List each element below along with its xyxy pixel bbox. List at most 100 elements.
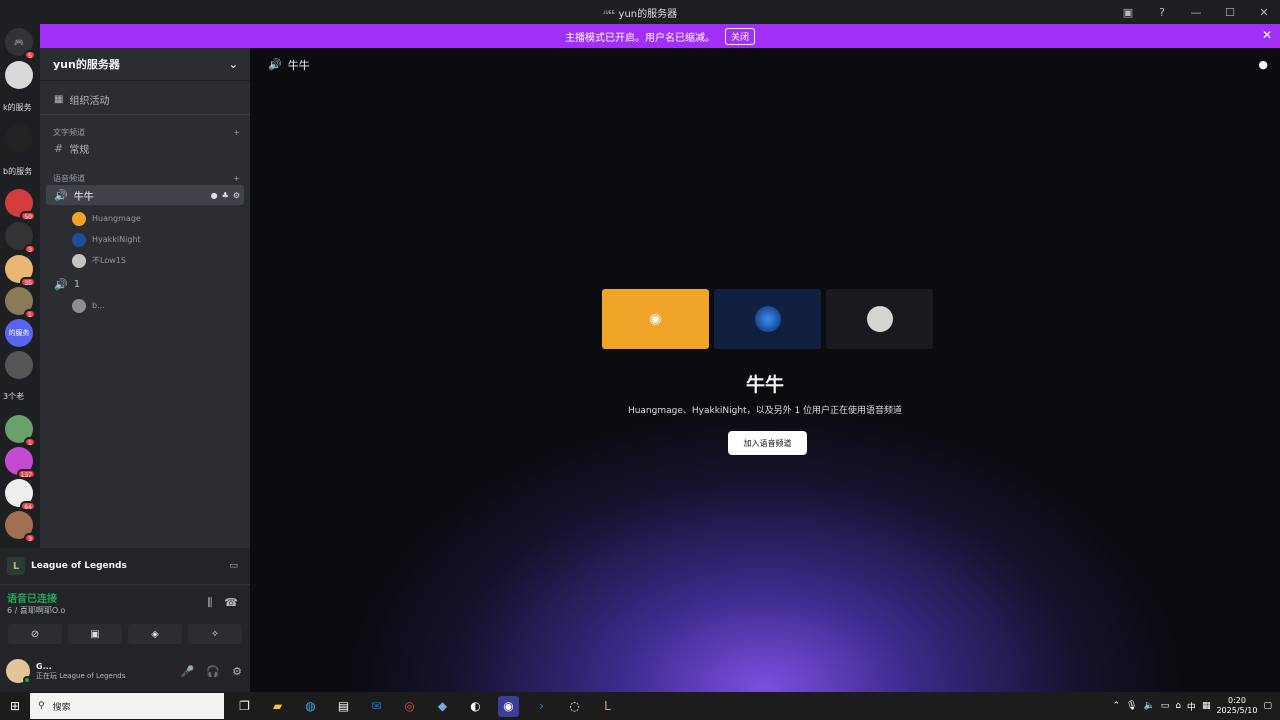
chevron-up-icon[interactable]: ⌃ — [1112, 701, 1120, 711]
events-label: 组织活动 — [69, 96, 110, 107]
guild-icon[interactable]: 3 — [5, 222, 36, 254]
volume-icon[interactable]: 🔈 — [1143, 701, 1154, 711]
server-name: yun的服务器 — [53, 58, 120, 71]
clock[interactable]: 0:20 2025/5/10 — [1216, 696, 1257, 716]
participant-tile[interactable] — [714, 289, 821, 349]
guild-icon[interactable]: 3 — [5, 511, 36, 543]
terminal-icon[interactable]: › — [531, 696, 552, 717]
ime-indicator[interactable]: 中 — [1187, 700, 1196, 713]
taskbar-search[interactable]: ⚲ 搜索 — [30, 693, 224, 719]
guild-icon[interactable]: 1 — [5, 287, 36, 319]
help-icon[interactable]: ? — [1154, 6, 1170, 19]
guild-icon[interactable] — [5, 61, 33, 89]
file-explorer-icon[interactable]: ▰ — [267, 696, 288, 717]
text-category[interactable]: 文字频道 + — [40, 125, 250, 139]
edge-icon[interactable]: ◍ — [300, 696, 321, 717]
join-voice-button[interactable]: 加入语音频道 — [728, 431, 807, 455]
member-name: b... — [92, 301, 105, 310]
voice-member[interactable]: b... — [40, 295, 250, 316]
store-icon[interactable]: ▤ — [333, 696, 354, 717]
maximize-button[interactable]: ☐ — [1222, 6, 1238, 19]
guild-icon[interactable]: 50 — [5, 189, 36, 221]
network-icon[interactable]: ⌂ — [1175, 701, 1181, 711]
guild-label[interactable]: 3个老 — [3, 391, 24, 402]
voice-member[interactable]: HyakkiNight — [40, 229, 250, 250]
invite-icon[interactable]: ♣ — [222, 191, 229, 200]
task-view-icon[interactable]: ❐ — [234, 696, 255, 717]
banner-disable-button[interactable]: 关闭 — [724, 27, 755, 45]
voice-channel-1[interactable]: 🔊 1 — [46, 275, 244, 293]
participant-tile[interactable] — [826, 289, 933, 349]
inbox-icon[interactable]: ▣ — [1120, 6, 1136, 19]
voice-channel-active[interactable]: 🔊 牛牛 ● ♣ ⚙ — [46, 185, 244, 205]
chrome-icon[interactable]: ◎ — [399, 696, 420, 717]
guild-badge: 137 — [16, 469, 36, 479]
headphones-icon[interactable]: 🎧 — [206, 665, 220, 678]
battery-icon[interactable]: ▭ — [1161, 701, 1170, 711]
activity-bar: L League of Legends ▭ — [0, 548, 250, 584]
minimize-button[interactable]: — — [1188, 6, 1204, 19]
camera-off-button[interactable]: ⊘ — [8, 624, 62, 644]
channel-general[interactable]: # 常规 — [46, 139, 244, 157]
voice-category[interactable]: 语音频道 + — [40, 171, 250, 185]
league-icon[interactable]: L — [597, 696, 618, 717]
user-row: G... 正在玩 League of Legends 🎤 🎧 ⚙ — [0, 650, 250, 692]
close-window-button[interactable]: ✕ — [1256, 6, 1272, 19]
voice-member[interactable]: Huangmage — [40, 208, 250, 229]
avatar — [866, 306, 893, 332]
window-titlebar: ᴊᴜᴇᴇ yun的服务器 ▣ ? — ☐ ✕ — [0, 0, 1280, 24]
guild-icon[interactable]: 1 — [5, 415, 36, 447]
window-title-text: yun的服务器 — [618, 8, 678, 20]
app-icon[interactable]: ◆ — [432, 696, 453, 717]
voice-channel-label: 1 — [73, 278, 81, 290]
gear-icon[interactable]: ⚙ — [232, 665, 242, 678]
voice-actions: ⊘ ▣ ◈ ✧ — [0, 620, 250, 648]
soundboard-button[interactable]: ✧ — [188, 624, 242, 644]
keyboard-icon[interactable]: ▦ — [1202, 701, 1211, 711]
avatar — [72, 211, 86, 226]
microphone-icon[interactable]: 🎤 — [181, 665, 195, 678]
app-icon[interactable]: ◌ — [564, 696, 585, 717]
notification-icon[interactable]: ▢ — [1263, 701, 1272, 711]
voice-status[interactable]: 语音已连接 — [7, 590, 65, 605]
discord-taskbar-icon[interactable]: ◉ — [498, 695, 519, 717]
discord-home-icon[interactable]: 🎮 5 — [5, 28, 36, 60]
guild-icon[interactable]: 的服务 — [5, 319, 33, 347]
add-channel-icon[interactable]: + — [233, 174, 240, 183]
noise-suppression-icon[interactable]: ⫼ — [207, 596, 212, 610]
chat-icon[interactable]: ● — [211, 191, 218, 200]
guild-icon[interactable] — [5, 351, 33, 379]
guild-badge: 1 — [24, 309, 36, 319]
guild-label[interactable]: k的服务 — [3, 102, 32, 113]
steam-icon[interactable]: ◐ — [465, 696, 486, 717]
guild-badge: 35 — [20, 277, 36, 287]
microphone-icon[interactable]: 🎙 — [1126, 701, 1137, 711]
clock-time: 0:20 — [1227, 696, 1246, 705]
add-channel-icon[interactable]: + — [233, 128, 240, 137]
online-status-dot — [23, 676, 31, 684]
voice-member[interactable]: 不Low1S — [40, 250, 250, 271]
voice-channel-label: 牛牛 — [73, 191, 94, 203]
server-header[interactable]: yun的服务器 ⌄ — [40, 48, 250, 81]
channel-title: 牛牛 — [745, 374, 784, 396]
screen-share-button[interactable]: ▣ — [68, 624, 122, 644]
search-placeholder: 搜索 — [52, 702, 71, 713]
speaker-icon: 🔊 — [54, 188, 68, 202]
avatar[interactable] — [6, 659, 31, 684]
avatar — [72, 232, 86, 247]
activity-button[interactable]: ◈ — [128, 624, 182, 644]
events-item[interactable]: ▦ 组织活动 — [40, 85, 250, 115]
guild-label[interactable]: b的服务 — [3, 166, 32, 177]
guild-icon[interactable]: 137 — [5, 447, 36, 479]
outlook-icon[interactable]: ✉ — [366, 696, 387, 717]
participant-tile[interactable]: ◉ — [602, 289, 709, 349]
chat-bubble-icon[interactable]: ● — [1258, 58, 1268, 71]
gear-icon[interactable]: ⚙ — [233, 191, 240, 200]
guild-icon[interactable] — [5, 124, 33, 152]
disconnect-icon[interactable]: ☎ — [224, 596, 238, 610]
windows-start-icon[interactable]: ⊞ — [0, 699, 30, 713]
banner-close-icon[interactable]: ✕ — [1262, 28, 1272, 42]
guild-icon[interactable]: 35 — [5, 255, 36, 287]
guild-icon[interactable]: 64 — [5, 479, 36, 511]
screen-share-icon[interactable]: ▭ — [229, 561, 238, 571]
